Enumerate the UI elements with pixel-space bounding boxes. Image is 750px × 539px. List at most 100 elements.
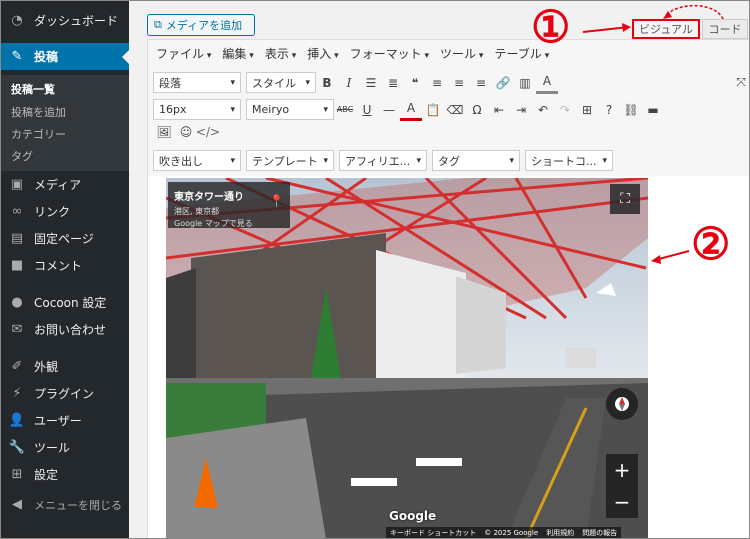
outdent-icon[interactable]: ⇤ [488, 99, 510, 121]
toolbar-row-2: 16px Meiryo ABC U — A 📋 ⌫ Ω ⇤ ⇥ ↶ ↷ ⊞ ? … [148, 96, 749, 123]
menu-edit[interactable]: 編集 [222, 45, 253, 62]
submenu-all-posts[interactable]: 投稿一覧 [11, 81, 55, 97]
blockquote-icon[interactable]: ❝ [404, 72, 426, 94]
align-right-icon[interactable]: ≡ [470, 72, 492, 94]
footer-report[interactable]: 問題の報告 [582, 528, 617, 538]
align-left-icon[interactable]: ≡ [426, 72, 448, 94]
undo-icon[interactable]: ↶ [532, 99, 554, 121]
admin-sidebar: ◔ ダッシュボード ✎ 投稿 投稿一覧 投稿を追加 カテゴリー タグ ▣ メディア… [1, 1, 129, 538]
sv-fullscreen-button[interactable]: ⛶ [610, 184, 640, 214]
menu-format[interactable]: フォーマット [350, 45, 429, 62]
comment-icon: ■ [10, 258, 24, 273]
cocoon-icon: ● [11, 295, 23, 310]
sidebar-item-comments[interactable]: ■ コメント [1, 252, 129, 279]
special-char-icon[interactable]: Ω [466, 99, 488, 121]
sidebar-item-users[interactable]: 👤 ユーザー [1, 407, 129, 434]
sidebar-item-pages[interactable]: ▤ 固定ページ [1, 225, 129, 252]
street-view-maps-link[interactable]: Google マップで見る [174, 218, 284, 229]
paragraph-select[interactable]: 段落 [153, 72, 241, 93]
menu-view[interactable]: 表示 [265, 45, 296, 62]
sidebar-item-posts[interactable]: ✎ 投稿 [1, 43, 129, 70]
image-icon[interactable]: 🖼 [153, 121, 175, 143]
hr-icon[interactable]: — [378, 99, 400, 121]
text-color-button[interactable]: A [400, 99, 422, 121]
sidebar-item-cocoon[interactable]: ● Cocoon 設定 [1, 289, 129, 316]
fullscreen-icon[interactable]: ⤧ [730, 72, 749, 94]
submenu-tags[interactable]: タグ [11, 148, 33, 164]
submenu-categories[interactable]: カテゴリー [11, 126, 66, 142]
sidebar-collapse[interactable]: ◀ メニューを閉じる [1, 491, 129, 518]
add-media-button[interactable]: ⧉ メディアを追加 [147, 14, 255, 36]
plugin-icon: ⚡ [12, 386, 22, 401]
footer-copyright: © 2025 Google [484, 529, 539, 537]
tinymce-editor: ファイル 編集 表示 挿入 フォーマット ツール テーブル 段落 スタイル B … [147, 39, 749, 538]
sidebar-item-plugins[interactable]: ⚡ プラグイン [1, 380, 129, 407]
street-view-subtitle: 港区, 東京都 [174, 207, 220, 216]
help-icon[interactable]: ? [598, 99, 620, 121]
align-center-icon[interactable]: ≡ [448, 72, 470, 94]
sidebar-item-tools[interactable]: 🔧 ツール [1, 434, 129, 461]
footer-terms[interactable]: 利用規約 [546, 528, 574, 538]
appearance-icon: ✐ [11, 359, 23, 374]
tag-select[interactable]: タグ [432, 150, 520, 171]
sidebar-item-media[interactable]: ▣ メディア [1, 171, 129, 198]
sidebar-item-links[interactable]: ∞ リンク [1, 198, 129, 225]
bullet-list-icon[interactable]: ☰ [360, 72, 382, 94]
bold-button[interactable]: B [316, 72, 338, 94]
strikethrough-icon[interactable]: ABC [334, 99, 356, 121]
google-logo: Google [389, 509, 437, 523]
menu-file[interactable]: ファイル [156, 45, 211, 62]
sidebar-item-appearance[interactable]: ✐ 外観 [1, 353, 129, 380]
annotation-one: ① [531, 2, 571, 53]
street-view-info-card: 東京タワー通り 港区, 東京都 Google マップで見る 📍 [168, 182, 290, 228]
sidebar-item-contact[interactable]: ✉ お問い合わせ [1, 316, 129, 343]
shortcode-select[interactable]: ショートコ... [525, 150, 613, 171]
tab-visual[interactable]: ビジュアル [632, 19, 700, 39]
submenu-add-post[interactable]: 投稿を追加 [11, 104, 66, 120]
toolbar-row-1: 段落 スタイル B I ☰ ≣ ❝ ≡ ≡ ≡ 🔗 ▥ A ⤧ [148, 69, 749, 96]
unlink-icon[interactable]: ⛓ [620, 99, 642, 121]
underline-button[interactable]: U [356, 99, 378, 121]
screenshot: ◔ ダッシュボード ✎ 投稿 投稿一覧 投稿を追加 カテゴリー タグ ▣ メディア… [0, 0, 750, 539]
highlight-icon[interactable]: ▥ [514, 72, 536, 94]
editor-content[interactable]: 東京タワー通り 港区, 東京都 Google マップで見る 📍 ⛶ + − Go… [148, 176, 749, 538]
indent-icon[interactable]: ⇥ [510, 99, 532, 121]
style-select[interactable]: スタイル [246, 72, 316, 93]
more-tag-icon[interactable]: ▬ [642, 99, 664, 121]
dashboard-icon: ◔ [11, 13, 23, 28]
footer-shortcuts[interactable]: キーボード ショートカット [390, 528, 476, 538]
tab-code[interactable]: コード [702, 19, 748, 39]
numbered-list-icon[interactable]: ≣ [382, 72, 404, 94]
clear-format-icon[interactable]: ⌫ [444, 99, 466, 121]
compass-icon[interactable] [606, 388, 638, 420]
font-family-select[interactable]: Meiryo [246, 99, 334, 120]
affiliate-select[interactable]: アフィリエ... [339, 150, 427, 171]
emoji-icon[interactable]: ☺ [175, 121, 197, 143]
user-icon: 👤 [8, 413, 26, 428]
zoom-out-button[interactable]: − [614, 490, 631, 514]
redo-icon[interactable]: ↷ [554, 99, 576, 121]
pin-icon: ✎ [11, 49, 23, 64]
annotation-two: ② [691, 219, 731, 270]
font-size-select[interactable]: 16px [153, 99, 241, 120]
sv-zoom-control: + − [606, 454, 638, 518]
tool-icon: 🔧 [8, 440, 26, 455]
bg-color-button[interactable]: A [536, 72, 558, 94]
menu-tools[interactable]: ツール [440, 45, 483, 62]
code-icon[interactable]: </> [196, 121, 220, 143]
template-select[interactable]: テンプレート [246, 150, 334, 171]
page-icon: ▤ [10, 231, 24, 246]
toolbar-row-3: 🖼 ☺ </> [148, 121, 749, 143]
menu-insert[interactable]: 挿入 [307, 45, 338, 62]
italic-button[interactable]: I [338, 72, 360, 94]
editor-menubar: ファイル 編集 表示 挿入 フォーマット ツール テーブル [148, 40, 749, 67]
zoom-in-button[interactable]: + [614, 458, 631, 482]
paste-text-icon[interactable]: 📋 [422, 99, 444, 121]
settings-icon: ⊞ [11, 467, 23, 482]
table-icon[interactable]: ⊞ [576, 99, 598, 121]
street-view-embed[interactable]: 東京タワー通り 港区, 東京都 Google マップで見る 📍 ⛶ + − Go… [166, 178, 648, 538]
link-icon[interactable]: 🔗 [492, 72, 514, 94]
balloon-select[interactable]: 吹き出し [153, 150, 241, 171]
sidebar-item-settings[interactable]: ⊞ 設定 [1, 461, 129, 488]
sidebar-item-dashboard[interactable]: ◔ ダッシュボード [1, 7, 129, 34]
